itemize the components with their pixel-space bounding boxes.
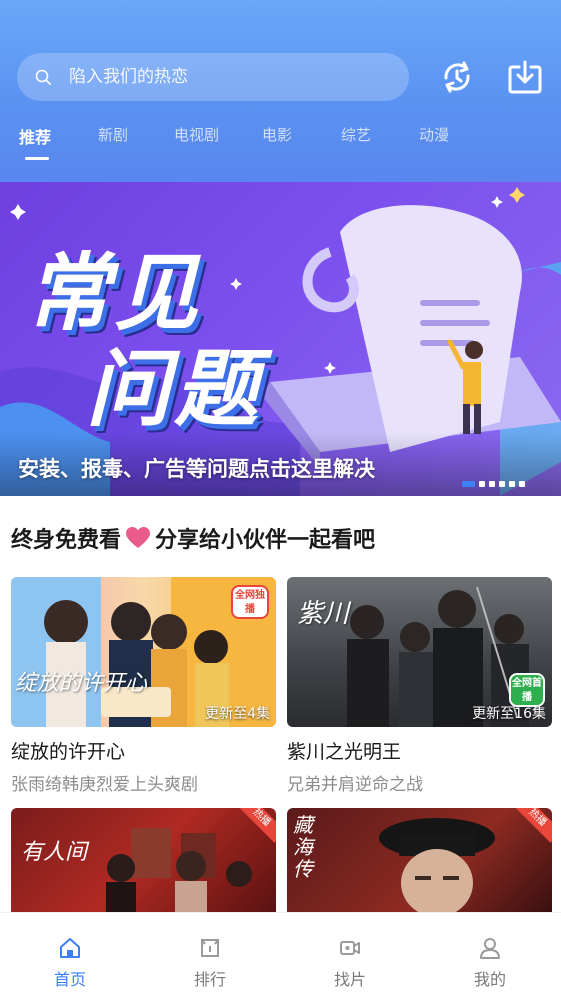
tab-recommend[interactable]: 推荐: [19, 124, 51, 148]
carousel-dot[interactable]: [519, 481, 525, 487]
ranking-icon: [201, 939, 219, 957]
nav-home[interactable]: 首页: [0, 913, 140, 993]
video-card[interactable]: 绽放的许开心 全网独播 更新至4集 绽放的许开心 张雨绮韩庚烈爱上头爽剧: [11, 577, 276, 795]
banner-title-line2: 问题: [86, 340, 263, 438]
video-thumbnail[interactable]: 紫川 全网首播 更新至16集: [287, 577, 552, 727]
nav-home-label: 首页: [53, 970, 86, 989]
search-bar[interactable]: [17, 53, 409, 101]
video-card[interactable]: 藏海传 热播: [287, 808, 552, 912]
nav-profile[interactable]: 我的: [420, 913, 560, 993]
nav-ranking[interactable]: 排行: [140, 913, 280, 993]
tab-variety[interactable]: 综艺: [341, 124, 371, 145]
share-section-title: 终身免费看 分享给小伙伴一起看吧: [11, 522, 375, 554]
top-header: 推荐 新剧 电视剧 电影 综艺 动漫: [0, 0, 561, 182]
video-subtitle: 兄弟并肩逆命之战: [287, 775, 423, 795]
history-sync-icon: [444, 61, 470, 93]
video-thumbnail[interactable]: 藏海传 热播: [287, 808, 552, 912]
video-camera-icon: [340, 941, 360, 955]
user-icon: [480, 938, 500, 959]
tab-new-drama[interactable]: 新剧: [98, 124, 128, 145]
heart-icon: [126, 527, 151, 548]
tab-anime[interactable]: 动漫: [419, 124, 449, 145]
episode-update-label: 更新至16集: [472, 706, 546, 722]
video-thumbnail[interactable]: 绽放的许开心 全网独播 更新至4集: [11, 577, 276, 727]
nav-ranking-label: 排行: [193, 970, 226, 989]
premiere-badge: 全网首播: [509, 673, 545, 707]
video-card[interactable]: 有人间 热播: [11, 808, 276, 912]
tab-movies[interactable]: 电影: [262, 124, 292, 145]
promo-banner[interactable]: 常见 问题 安装、报毒、广告等问题点击这里解决: [0, 182, 561, 496]
exclusive-badge: 全网独播: [231, 585, 269, 619]
history-button[interactable]: [438, 58, 476, 96]
nav-discover-label: 找片: [333, 970, 366, 989]
tab-tv-series[interactable]: 电视剧: [174, 124, 219, 145]
video-thumbnail[interactable]: 有人间 热播: [11, 808, 276, 912]
episode-update-label: 更新至4集: [205, 706, 270, 722]
nav-discover[interactable]: 找片: [280, 913, 420, 993]
nav-profile-label: 我的: [473, 970, 506, 989]
video-subtitle: 张雨绮韩庚烈爱上头爽剧: [11, 775, 198, 795]
thumbnail-title-art: 绽放的许开心: [15, 671, 148, 696]
carousel-indicator: [462, 481, 525, 487]
video-title[interactable]: 绽放的许开心: [11, 737, 276, 764]
thumbnail-title-art: 藏海传: [293, 813, 313, 881]
active-tab-indicator: [25, 157, 49, 160]
home-icon: [60, 938, 80, 958]
category-tabs: 推荐 新剧 电视剧 电影 综艺 动漫: [0, 124, 561, 164]
download-button[interactable]: [506, 58, 544, 96]
video-title[interactable]: 紫川之光明王: [287, 737, 552, 764]
carousel-dot[interactable]: [462, 481, 475, 487]
search-input[interactable]: [69, 67, 369, 87]
bottom-navigation: 首页 排行 找片 我的: [0, 912, 561, 993]
banner-caption: 安装、报毒、广告等问题点击这里解决: [18, 457, 375, 481]
section-title-part1: 终身免费看: [11, 528, 122, 553]
section-title-part2: 分享给小伙伴一起看吧: [155, 528, 376, 553]
carousel-dot[interactable]: [489, 481, 495, 487]
thumbnail-art: [379, 818, 495, 912]
carousel-dot[interactable]: [479, 481, 485, 487]
download-icon: [508, 60, 542, 94]
carousel-dot[interactable]: [509, 481, 515, 487]
carousel-dot[interactable]: [499, 481, 505, 487]
search-icon: [35, 69, 51, 85]
video-card[interactable]: 紫川 全网首播 更新至16集 紫川之光明王 兄弟并肩逆命之战: [287, 577, 552, 795]
thumbnail-title-art: 紫川: [297, 599, 350, 629]
thumbnail-title-art: 有人间: [21, 840, 88, 865]
